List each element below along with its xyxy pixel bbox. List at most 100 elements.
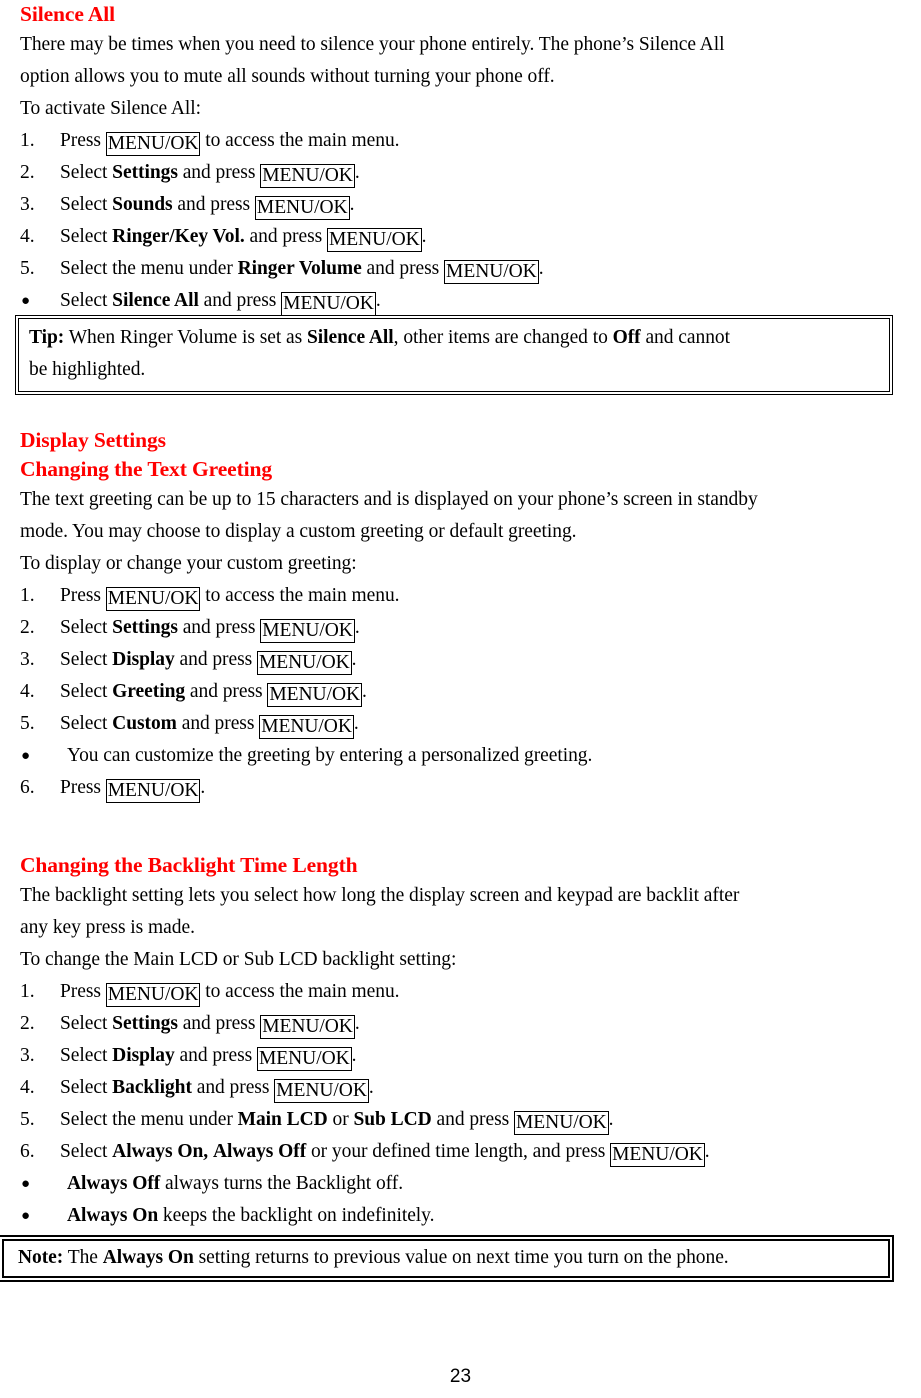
step-bold-term-always-off: Always Off — [212, 1141, 307, 1162]
text-greeting-lead-in: To display or change your custom greetin… — [20, 553, 357, 574]
backlight-steps: 1. Press MENU/OK to access the main menu.… — [20, 976, 905, 1232]
key-badge-menu-ok[interactable]: MENU/OK — [105, 983, 201, 1007]
step-text-mid: and press — [191, 1077, 275, 1098]
step-text-mid-2: or your defined time length, and press — [306, 1141, 611, 1162]
step-bold-term: Settings — [112, 162, 178, 183]
list-item: 5. Select the menu under Ringer Volume an… — [20, 253, 905, 285]
key-badge-menu-ok[interactable]: MENU/OK — [281, 292, 376, 316]
key-badge-menu-ok[interactable]: MENU/OK — [105, 779, 201, 803]
step-text-pre: Select the menu under — [60, 1109, 238, 1130]
text-greeting-steps: 1. Press MENU/OK to access the main menu.… — [20, 580, 905, 804]
key-badge-menu-ok[interactable]: MENU/OK — [105, 132, 201, 156]
backlight-intro-line-2: any key press is made. — [20, 917, 195, 938]
backlight-intro-line-1: The backlight setting lets you select ho… — [20, 885, 740, 906]
key-badge-menu-ok[interactable]: MENU/OK — [254, 196, 350, 220]
bullet-icon: ● — [21, 748, 31, 764]
list-marker: 3. — [20, 649, 35, 670]
step-text-pre: Press — [60, 777, 106, 798]
text-greeting-intro-line-2: mode. You may choose to display a custom… — [20, 521, 577, 542]
step-bold-term: Settings — [112, 617, 178, 638]
step-bold-term-always-on: Always On, — [112, 1141, 209, 1162]
section-subheading-text-greeting: Changing the Text Greeting — [20, 457, 273, 481]
silence-all-intro-line-1: There may be times when you need to sile… — [20, 34, 725, 55]
step-text-mid: and press — [244, 226, 327, 247]
step-text-pre: Select — [60, 617, 113, 638]
step-bold-term: Sounds — [112, 194, 173, 215]
list-marker: 1. — [20, 130, 35, 151]
list-marker: 3. — [20, 1045, 35, 1066]
key-badge-menu-ok[interactable]: MENU/OK — [444, 260, 539, 284]
key-badge-menu-ok[interactable]: MENU/OK — [260, 1015, 355, 1039]
tip-bold-off: Off — [612, 327, 641, 348]
list-item: 4. Select Backlight and press MENU/OK. — [20, 1072, 905, 1104]
step-text-post: . — [353, 713, 359, 734]
list-marker: 1. — [20, 585, 35, 606]
key-badge-menu-ok[interactable]: MENU/OK — [257, 1047, 352, 1071]
backlight-lead-in: To change the Main LCD or Sub LCD backli… — [20, 949, 457, 970]
section-display-settings: Display Settings Changing the Text Greet… — [20, 426, 905, 804]
list-marker: 1. — [20, 981, 35, 1002]
key-badge-menu-ok[interactable]: MENU/OK — [514, 1111, 609, 1135]
step-text-post: to access the main menu. — [200, 130, 400, 151]
section-silence-all: Silence All There may be times when you … — [20, 0, 905, 317]
step-text-pre: Select — [60, 194, 113, 215]
key-badge-menu-ok[interactable]: MENU/OK — [274, 1079, 369, 1103]
list-item: 1. Press MENU/OK to access the main menu. — [20, 580, 905, 612]
step-text-pre: Select — [60, 1077, 113, 1098]
key-badge-menu-ok[interactable]: MENU/OK — [105, 587, 201, 611]
step-bold-term: Silence All — [112, 290, 199, 311]
list-marker: 4. — [20, 681, 35, 702]
step-text-post: to access the main menu. — [200, 585, 400, 606]
step-bold-term: Backlight — [112, 1077, 192, 1098]
key-badge-menu-ok[interactable]: MENU/OK — [327, 228, 422, 252]
step-text-post: . — [375, 290, 381, 311]
key-badge-menu-ok[interactable]: MENU/OK — [257, 651, 352, 675]
step-bold-term: Settings — [112, 1013, 178, 1034]
list-item: 2. Select Settings and press MENU/OK. — [20, 1008, 905, 1040]
list-marker: 4. — [20, 226, 35, 247]
section-heading-backlight: Changing the Backlight Time Length — [20, 853, 358, 877]
step-bold-term: Greeting — [112, 681, 186, 702]
silence-all-steps: 1. Press MENU/OK to access the main menu.… — [20, 125, 905, 317]
step-bold-term: Ringer/Key Vol. — [112, 226, 245, 247]
list-item: ● Always On keeps the backlight on indefi… — [20, 1200, 905, 1232]
step-text-mid: and press — [185, 681, 268, 702]
key-badge-menu-ok[interactable]: MENU/OK — [610, 1143, 705, 1167]
step-text-pre: Select the menu under — [60, 258, 238, 279]
list-item: 1. Press MENU/OK to access the main menu. — [20, 976, 905, 1008]
step-text-pre: Press — [60, 981, 106, 1002]
list-marker: 5. — [20, 258, 35, 279]
step-bold-term: Ringer Volume — [237, 258, 362, 279]
step-text-mid: and press — [198, 290, 282, 311]
step-text-mid: and press — [177, 162, 261, 183]
key-badge-menu-ok[interactable]: MENU/OK — [260, 164, 355, 188]
list-item: 4. Select Ringer/Key Vol. and press MENU/… — [20, 221, 905, 253]
silence-all-intro-line-2: option allows you to mute all sounds wit… — [20, 66, 555, 87]
list-marker: 6. — [20, 777, 35, 798]
step-text-pre: Press — [60, 130, 106, 151]
step-text-mid: always turns the Backlight off. — [160, 1173, 404, 1194]
note-text-b: setting returns to previous value on nex… — [193, 1247, 729, 1268]
step-bold-term-sub-lcd: Sub LCD — [353, 1109, 432, 1130]
step-text-post: . — [354, 617, 360, 638]
list-item: ● You can customize the greeting by enter… — [20, 740, 905, 772]
step-text-mid-2: and press — [431, 1109, 515, 1130]
key-badge-menu-ok[interactable]: MENU/OK — [259, 715, 354, 739]
step-text-pre: Press — [60, 585, 106, 606]
step-text-post: . — [349, 194, 355, 215]
step-bold-term-main-lcd: Main LCD — [237, 1109, 328, 1130]
step-text-post: . — [368, 1077, 374, 1098]
step-bold-term: Display — [112, 649, 175, 670]
key-badge-menu-ok[interactable]: MENU/OK — [267, 683, 363, 707]
silence-all-lead-in: To activate Silence All: — [20, 98, 202, 119]
list-marker: 2. — [20, 1013, 35, 1034]
tip-text-b: , other items are changed to — [393, 327, 613, 348]
list-marker: 3. — [20, 194, 35, 215]
note-bold-always-on: Always On — [102, 1247, 194, 1268]
key-badge-menu-ok[interactable]: MENU/OK — [260, 619, 355, 643]
note-label: Note: — [18, 1247, 64, 1268]
step-text-post: . — [704, 1141, 710, 1162]
note-callout-box: Note: The Always On setting returns to p… — [0, 1235, 894, 1282]
step-text-pre: Select — [60, 1013, 113, 1034]
list-marker: 5. — [20, 713, 35, 734]
